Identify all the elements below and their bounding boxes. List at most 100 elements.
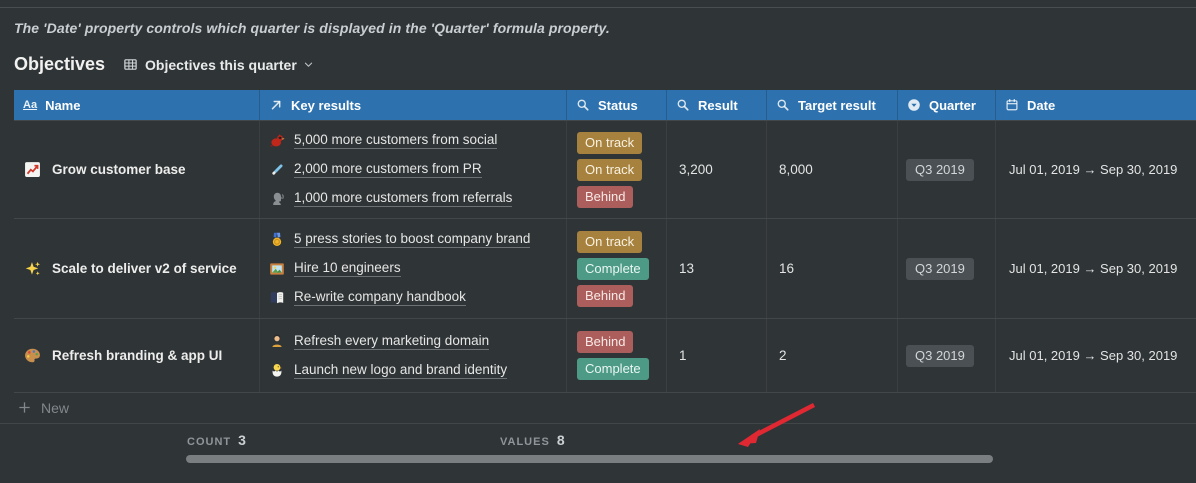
objectives-table: Aa Name Key results Status Result Target…	[14, 90, 1196, 422]
date-range: Jul 01, 2019 → Sep 30, 2019	[1009, 162, 1177, 177]
status-badge: On track	[577, 132, 642, 154]
quarter-cell[interactable]: Q3 2019	[897, 121, 995, 218]
column-header-name[interactable]: Aa Name	[14, 90, 259, 120]
key-result-link[interactable]: 2,000 more customers from PR	[269, 161, 560, 178]
date-cell[interactable]: Jul 01, 2019 → Sep 30, 2019	[995, 219, 1196, 318]
rollup-icon	[776, 98, 790, 112]
key-result-label: Refresh every marketing domain	[294, 333, 489, 350]
table-header-row: Aa Name Key results Status Result Target…	[14, 90, 1196, 120]
column-label: Key results	[291, 98, 361, 113]
key-results-cell: 5,000 more customers from social 2,000 m…	[259, 121, 566, 218]
result-value: 1	[679, 348, 687, 363]
pen-icon	[269, 162, 286, 178]
key-result-link[interactable]: 5 press stories to boost company brand	[269, 231, 560, 248]
calendar-icon	[1005, 98, 1019, 112]
view-selector-label: Objectives this quarter	[145, 57, 297, 73]
status-cell[interactable]: On track Complete Behind	[566, 219, 666, 318]
target-value: 2	[779, 348, 787, 363]
name-cell[interactable]: Grow customer base	[14, 121, 259, 218]
key-result-label: Hire 10 engineers	[294, 260, 401, 277]
key-result-label: Re-write company handbook	[294, 289, 466, 306]
target-result-cell[interactable]: 16	[766, 219, 897, 318]
chevron-down-icon	[303, 59, 314, 70]
column-label: Target result	[798, 98, 876, 113]
key-result-link[interactable]: 5,000 more customers from social	[269, 132, 560, 149]
column-header-date[interactable]: Date	[995, 90, 1196, 120]
key-result-link[interactable]: Re-write company handbook	[269, 289, 560, 306]
new-row-label: New	[41, 400, 69, 416]
bird-icon	[269, 133, 286, 149]
quarter-pill: Q3 2019	[906, 345, 974, 367]
new-row-button[interactable]: New	[14, 392, 1196, 422]
key-result-label: 5 press stories to boost company brand	[294, 231, 530, 248]
status-badge: Behind	[577, 331, 633, 353]
result-cell[interactable]: 13	[666, 219, 766, 318]
key-result-label: 5,000 more customers from social	[294, 132, 497, 149]
table-grid-icon	[123, 57, 138, 72]
values-label: VALUES	[500, 436, 550, 448]
target-result-cell[interactable]: 8,000	[766, 121, 897, 218]
date-cell[interactable]: Jul 01, 2019 → Sep 30, 2019	[995, 319, 1196, 392]
status-cell[interactable]: On track On track Behind	[566, 121, 666, 218]
column-label: Name	[45, 98, 80, 113]
key-result-label: 2,000 more customers from PR	[294, 161, 482, 178]
person-icon	[269, 333, 286, 349]
values-value: 8	[557, 432, 565, 448]
count-value: 3	[238, 432, 246, 448]
status-badge: Behind	[577, 285, 633, 307]
callout-caption: The 'Date' property controls which quart…	[14, 20, 610, 36]
key-result-label: 1,000 more customers from referrals	[294, 190, 512, 207]
relation-icon	[269, 98, 283, 112]
key-results-cell: Refresh every marketing domain Launch ne…	[259, 319, 566, 392]
table-footer: COUNT 3 VALUES 8	[0, 423, 1196, 483]
name-cell[interactable]: Refresh branding & app UI	[14, 319, 259, 392]
column-header-quarter[interactable]: Quarter	[897, 90, 995, 120]
top-divider	[0, 7, 1196, 8]
table-row: Scale to deliver v2 of service 5 press s…	[14, 218, 1196, 318]
chart-increasing-icon	[24, 161, 42, 178]
key-result-label: Launch new logo and brand identity	[294, 362, 507, 379]
result-value: 13	[679, 261, 694, 276]
key-result-link[interactable]: Refresh every marketing domain	[269, 333, 560, 350]
key-result-link[interactable]: Hire 10 engineers	[269, 260, 560, 277]
date-range: Jul 01, 2019 → Sep 30, 2019	[1009, 261, 1177, 276]
objectives-page: The 'Date' property controls which quart…	[0, 0, 1196, 483]
status-badge: Complete	[577, 358, 649, 380]
table-row: Grow customer base 5,000 more customers …	[14, 120, 1196, 218]
status-cell[interactable]: Behind Complete	[566, 319, 666, 392]
count-aggregate[interactable]: COUNT 3	[187, 432, 246, 448]
rollup-icon	[676, 98, 690, 112]
horizontal-scrollbar[interactable]	[186, 455, 993, 463]
target-result-cell[interactable]: 2	[766, 319, 897, 392]
column-header-result[interactable]: Result	[666, 90, 766, 120]
column-header-key-results[interactable]: Key results	[259, 90, 566, 120]
column-header-status[interactable]: Status	[566, 90, 666, 120]
speaking-head-icon	[269, 191, 286, 207]
result-cell[interactable]: 3,200	[666, 121, 766, 218]
values-aggregate[interactable]: VALUES 8	[500, 432, 565, 448]
result-cell[interactable]: 1	[666, 319, 766, 392]
status-badge: On track	[577, 231, 642, 253]
name-cell[interactable]: Scale to deliver v2 of service	[14, 219, 259, 318]
date-cell[interactable]: Jul 01, 2019 → Sep 30, 2019	[995, 121, 1196, 218]
column-label: Result	[698, 98, 738, 113]
view-selector[interactable]: Objectives this quarter	[123, 57, 314, 73]
sparkles-icon	[24, 260, 42, 277]
target-value: 8,000	[779, 162, 813, 177]
framed-picture-icon	[269, 261, 286, 277]
key-results-cell: 5 press stories to boost company brand H…	[259, 219, 566, 318]
status-badge: Complete	[577, 258, 649, 280]
page-title: Objectives	[14, 54, 105, 75]
status-badge: Behind	[577, 186, 633, 208]
objective-name: Scale to deliver v2 of service	[52, 261, 237, 276]
palette-icon	[24, 347, 42, 364]
key-result-link[interactable]: 1,000 more customers from referrals	[269, 190, 560, 207]
column-header-target-result[interactable]: Target result	[766, 90, 897, 120]
column-label: Quarter	[929, 98, 976, 113]
medal-icon	[269, 232, 286, 248]
key-result-link[interactable]: Launch new logo and brand identity	[269, 362, 560, 379]
quarter-cell[interactable]: Q3 2019	[897, 219, 995, 318]
count-label: COUNT	[187, 436, 231, 448]
hatching-chick-icon	[269, 362, 286, 378]
quarter-cell[interactable]: Q3 2019	[897, 319, 995, 392]
